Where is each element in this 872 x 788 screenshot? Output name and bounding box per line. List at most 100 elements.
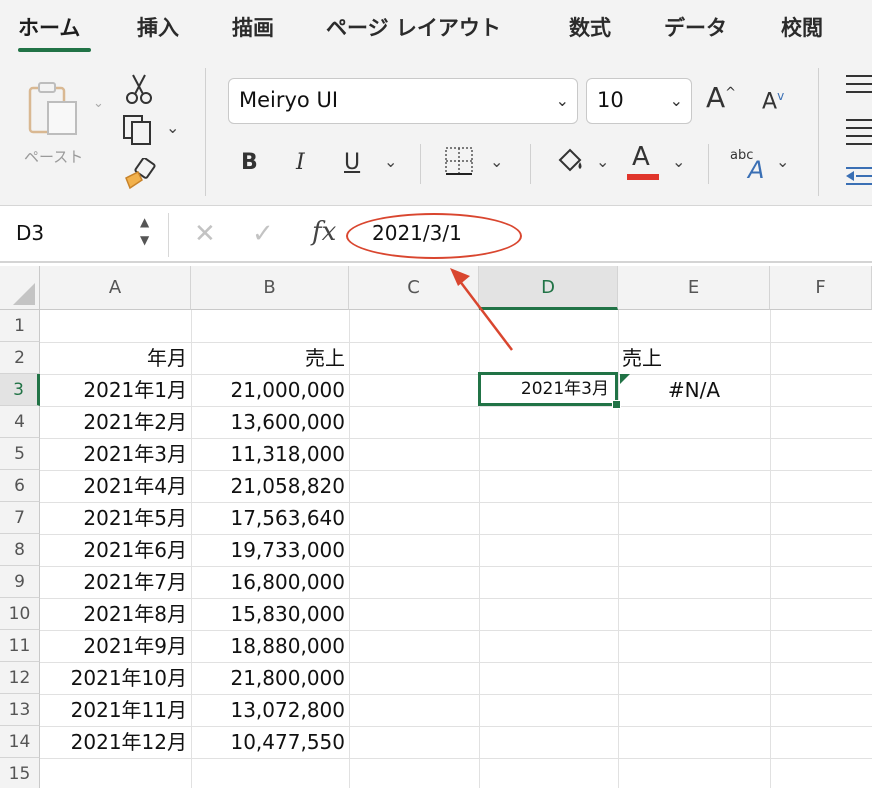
row-header-4[interactable]: 4 [0, 406, 40, 438]
borders-chevron-down-icon[interactable]: ⌄ [490, 152, 503, 171]
select-all-corner[interactable] [0, 266, 40, 310]
cell-b2[interactable]: 売上 [191, 342, 349, 374]
row-header-14[interactable]: 14 [0, 726, 40, 758]
font-size-select[interactable]: 10 ⌄ [586, 78, 692, 124]
font-color-swatch [627, 174, 659, 180]
paste-label: ペースト [24, 148, 84, 166]
tab-insert[interactable]: 挿入 [137, 12, 179, 42]
borders-icon[interactable] [444, 146, 474, 176]
cell-b12[interactable]: 21,800,000 [191, 662, 349, 694]
row-header-2[interactable]: 2 [0, 342, 40, 374]
formula-bar-divider [168, 213, 169, 257]
bold-button[interactable]: B [241, 152, 258, 174]
cell-a2[interactable]: 年月 [40, 342, 191, 374]
column-header-c[interactable]: C [349, 266, 479, 310]
cell-b8[interactable]: 19,733,000 [191, 534, 349, 566]
column-header-e[interactable]: E [618, 266, 770, 310]
font-size-value: 10 [597, 88, 624, 112]
align-icons[interactable] [842, 70, 872, 194]
paste-chevron-down-icon[interactable]: ⌄ [93, 96, 104, 111]
row-header-11[interactable]: 11 [0, 630, 40, 662]
row-header-10[interactable]: 10 [0, 598, 40, 630]
fill-color-bucket-icon[interactable] [554, 146, 584, 176]
active-tab-indicator [18, 48, 91, 52]
cell-a9[interactable]: 2021年7月 [40, 566, 191, 598]
cell-b10[interactable]: 15,830,000 [191, 598, 349, 630]
cell-a5[interactable]: 2021年3月 [40, 438, 191, 470]
font-name-value: Meiryo UI [239, 88, 339, 112]
cell-e3[interactable]: #N/A [618, 374, 770, 406]
name-box[interactable]: D3 [16, 221, 44, 245]
cell-e2[interactable]: 売上 [618, 342, 770, 374]
cell-a4[interactable]: 2021年2月 [40, 406, 191, 438]
cell-a12[interactable]: 2021年10月 [40, 662, 191, 694]
row-header-13[interactable]: 13 [0, 694, 40, 726]
shrink-font-label: A [762, 89, 778, 115]
tab-page-layout[interactable]: ページ レイアウト [326, 12, 501, 42]
cell-b7[interactable]: 17,563,640 [191, 502, 349, 534]
active-cell-d3[interactable]: 2021年3月 [478, 372, 618, 406]
column-header-b[interactable]: B [191, 266, 349, 310]
copy-chevron-down-icon[interactable]: ⌄ [166, 118, 179, 137]
enter-check-icon[interactable]: ✓ [252, 219, 274, 249]
tab-review[interactable]: 校閲 [781, 12, 823, 42]
row-header-15[interactable]: 15 [0, 758, 40, 788]
cell-b3[interactable]: 21,000,000 [191, 374, 349, 406]
cell-a8[interactable]: 2021年6月 [40, 534, 191, 566]
fill-color-chevron-down-icon[interactable]: ⌄ [596, 152, 609, 171]
font-color-chevron-down-icon[interactable]: ⌄ [672, 152, 685, 171]
format-painter-icon[interactable] [122, 158, 156, 192]
cell-b13[interactable]: 13,072,800 [191, 694, 349, 726]
row-header-5[interactable]: 5 [0, 438, 40, 470]
row-header-7[interactable]: 7 [0, 502, 40, 534]
cell-b6[interactable]: 21,058,820 [191, 470, 349, 502]
formula-input[interactable]: 2021/3/1 [372, 221, 462, 245]
row-header-8[interactable]: 8 [0, 534, 40, 566]
row-header-9[interactable]: 9 [0, 566, 40, 598]
font-size-chevron-down-icon: ⌄ [669, 91, 683, 110]
caret-down-icon: v [777, 89, 785, 103]
cell-a10[interactable]: 2021年8月 [40, 598, 191, 630]
tab-home[interactable]: ホーム [18, 12, 80, 42]
cut-scissors-icon[interactable] [124, 72, 154, 106]
copy-icon[interactable] [122, 114, 156, 146]
cell-b9[interactable]: 16,800,000 [191, 566, 349, 598]
worksheet-grid: A B C D E F 1 2 3 4 5 6 7 8 9 10 11 12 1… [0, 266, 872, 788]
grow-font-button[interactable]: A^ [706, 84, 736, 112]
row-header-12[interactable]: 12 [0, 662, 40, 694]
shrink-font-button[interactable]: Av [762, 90, 784, 113]
caret-up-icon: ^ [725, 85, 737, 101]
underline-button[interactable]: U [344, 152, 360, 174]
underline-chevron-down-icon[interactable]: ⌄ [384, 152, 397, 171]
cell-a13[interactable]: 2021年11月 [40, 694, 191, 726]
cell-b5[interactable]: 11,318,000 [191, 438, 349, 470]
phonetic-chevron-down-icon[interactable]: ⌄ [776, 152, 789, 171]
font-name-select[interactable]: Meiryo UI ⌄ [228, 78, 578, 124]
column-header-f[interactable]: F [770, 266, 872, 310]
tab-draw[interactable]: 描画 [232, 12, 274, 42]
row-header-1[interactable]: 1 [0, 310, 40, 342]
cell-a14[interactable]: 2021年12月 [40, 726, 191, 758]
cell-b11[interactable]: 18,880,000 [191, 630, 349, 662]
cell-a7[interactable]: 2021年5月 [40, 502, 191, 534]
gridline [40, 758, 872, 759]
gridline [349, 310, 350, 788]
column-header-a[interactable]: A [40, 266, 191, 310]
cell-a11[interactable]: 2021年9月 [40, 630, 191, 662]
column-header-d[interactable]: D [479, 266, 618, 310]
italic-button[interactable]: I [296, 152, 305, 174]
row-header-6[interactable]: 6 [0, 470, 40, 502]
paste-clipboard-icon[interactable] [26, 80, 86, 142]
cell-a6[interactable]: 2021年4月 [40, 470, 191, 502]
phonetic-guide-button[interactable]: A [748, 158, 764, 182]
insert-function-icon[interactable]: fx [312, 217, 336, 247]
font-color-button[interactable]: A [632, 144, 650, 170]
name-box-stepper-icon[interactable]: ▲ ▼ [140, 213, 149, 249]
cell-b14[interactable]: 10,477,550 [191, 726, 349, 758]
cell-b4[interactable]: 13,600,000 [191, 406, 349, 438]
tab-data[interactable]: データ [664, 12, 727, 42]
cell-a3[interactable]: 2021年1月 [40, 374, 191, 406]
cancel-icon[interactable]: ✕ [194, 219, 216, 249]
tab-formulas[interactable]: 数式 [569, 12, 611, 42]
row-header-3[interactable]: 3 [0, 374, 40, 406]
